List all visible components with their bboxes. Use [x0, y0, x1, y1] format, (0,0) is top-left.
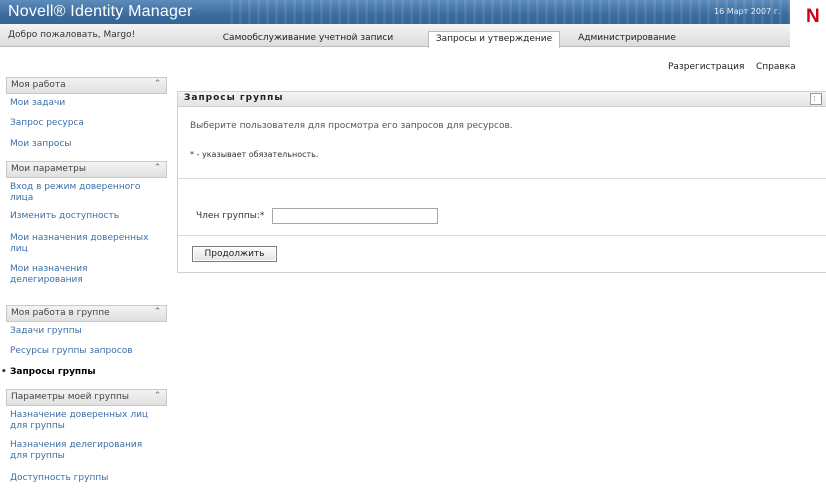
- sidebar-item-team-delegate-assignments[interactable]: Назначения делегирования для группы: [6, 440, 154, 462]
- team-requests-panel: Запросы группы ⋮⋮ Выберите пользователя …: [177, 91, 826, 273]
- sidebar-item-team-availability[interactable]: Доступность группы: [6, 473, 112, 484]
- sidebar-section-my-settings[interactable]: Мои параметры ⌃: [6, 161, 167, 178]
- section-divider: [178, 178, 826, 179]
- sidebar-item-request-resource[interactable]: Запрос ресурса: [6, 118, 88, 129]
- double-chevron-up-icon[interactable]: ⌃: [152, 307, 163, 318]
- sidebar-item-my-tasks[interactable]: Мои задачи: [6, 98, 69, 109]
- help-link[interactable]: Справка: [756, 62, 796, 72]
- section-divider: [178, 235, 826, 236]
- team-member-label: Член группы:*: [196, 211, 265, 221]
- active-bullet-icon: •: [1, 367, 7, 377]
- tab-bar: Добро пожаловать, Margo! Самообслуживани…: [0, 24, 790, 48]
- sidebar-item-proxy-mode[interactable]: Вход в режим доверенного лица: [6, 182, 164, 204]
- sidebar-item-team-proxy-assignments[interactable]: Назначение доверенных лиц для группы: [6, 410, 170, 432]
- sidebar-section-my-work[interactable]: Моя работа ⌃: [6, 77, 167, 94]
- logout-link[interactable]: Разрегистрация: [668, 62, 744, 72]
- novell-logo: N: [806, 6, 820, 27]
- sidebar-item-team-resource-requests[interactable]: Ресурсы группы запросов: [6, 346, 137, 357]
- welcome-message: Добро пожаловать, Margo!: [8, 30, 136, 40]
- sidebar-section-title: Моя работа в группе: [11, 308, 110, 318]
- tab-requests-approvals[interactable]: Запросы и утверждение: [428, 31, 560, 48]
- tab-self-service[interactable]: Самообслуживание учетной записи: [218, 31, 398, 46]
- required-note: * - указывает обязательность.: [190, 150, 319, 159]
- panel-title: Запросы группы: [184, 93, 284, 103]
- double-chevron-up-icon[interactable]: ⌃: [152, 391, 163, 402]
- sidebar-item-my-delegate-assignments[interactable]: Мои назначения делегирования: [6, 264, 124, 286]
- sidebar-item-edit-availability[interactable]: Изменить доступность: [6, 211, 123, 222]
- sidebar-section-title: Моя работа: [11, 80, 66, 90]
- sidebar-item-my-requests[interactable]: Мои запросы: [6, 139, 75, 150]
- double-chevron-up-icon[interactable]: ⌃: [152, 163, 163, 174]
- panel-header: Запросы группы ⋮⋮: [178, 92, 826, 107]
- team-member-input[interactable]: [272, 208, 438, 224]
- double-chevron-up-icon[interactable]: ⌃: [152, 79, 163, 90]
- tab-administration[interactable]: Администрирование: [572, 31, 682, 46]
- sidebar-section-title: Параметры моей группы: [11, 392, 129, 402]
- header-banner: Novell® Identity Manager 16 Март 2007 г.: [0, 0, 790, 24]
- app-title: Novell® Identity Manager: [8, 3, 193, 20]
- panel-description: Выберите пользователя для просмотра его …: [190, 121, 513, 131]
- sidebar-section-team-settings[interactable]: Параметры моей группы ⌃: [6, 389, 167, 406]
- sidebar-item-team-requests[interactable]: • Запросы группы: [1, 367, 100, 378]
- sidebar-item-my-proxy-assignments[interactable]: Мои назначения доверенных лиц: [6, 233, 170, 255]
- current-date: 16 Март 2007 г.: [714, 7, 781, 16]
- expand-icon[interactable]: ⋮⋮: [810, 93, 825, 105]
- sidebar-item-team-tasks[interactable]: Задачи группы: [6, 326, 86, 337]
- sidebar-item-label: Запросы группы: [10, 367, 96, 377]
- continue-button[interactable]: Продолжить: [192, 246, 277, 262]
- sidebar-section-title: Мои параметры: [11, 164, 86, 174]
- sidebar-section-team-work[interactable]: Моя работа в группе ⌃: [6, 305, 167, 322]
